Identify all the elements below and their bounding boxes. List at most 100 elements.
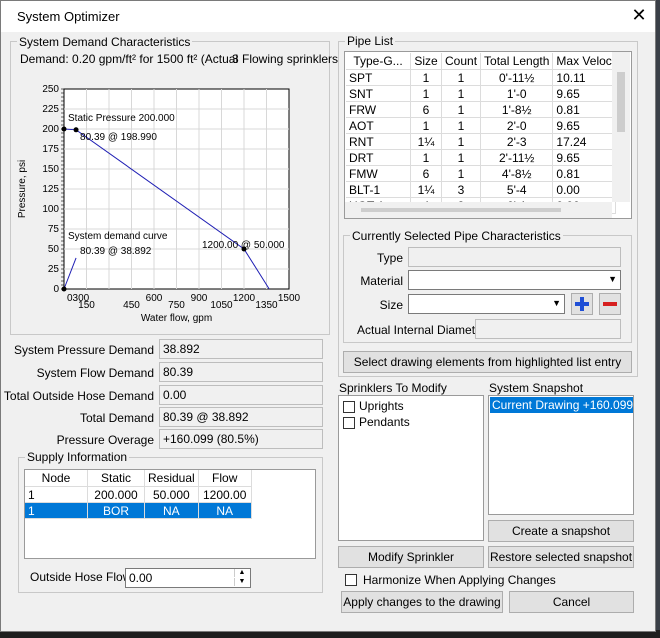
column-header[interactable]: Node bbox=[25, 470, 88, 487]
supply-row[interactable]: 1 200.000 50.000 1200.00 bbox=[25, 486, 252, 503]
pipe-row[interactable]: FRW 6 1 1'-8½ 0.81 bbox=[346, 101, 616, 118]
spin-up-icon[interactable]: ▲ bbox=[234, 569, 249, 577]
select-drawing-elements-button[interactable]: Select drawing elements from highlighted… bbox=[343, 351, 632, 373]
column-header[interactable]: Static bbox=[87, 470, 145, 487]
x-tick-label: 150 bbox=[78, 300, 95, 311]
flow-demand-field: 80.39 bbox=[159, 362, 323, 382]
plus-icon bbox=[575, 297, 589, 311]
pipe-row[interactable]: AOT 1 1 2'-0 9.65 bbox=[346, 117, 616, 134]
x-tick-label: 900 bbox=[191, 293, 208, 304]
type-field bbox=[408, 247, 621, 267]
table-cell: 1 bbox=[410, 69, 442, 86]
y-tick-label: 125 bbox=[42, 184, 59, 195]
demand-group-title: System Demand Characteristics bbox=[17, 35, 193, 49]
supply-group-title: Supply Information bbox=[25, 450, 130, 464]
spin-down-icon[interactable]: ▼ bbox=[234, 578, 249, 586]
y-tick-label: 150 bbox=[42, 164, 59, 175]
table-cell: NA bbox=[198, 502, 252, 519]
pipe-row[interactable]: SNT 1 1 1'-0 9.65 bbox=[346, 85, 616, 102]
pipe-row[interactable]: SPT 1 1 0'-11½ 10.11 bbox=[346, 69, 616, 86]
table-cell: 4'-8½ bbox=[480, 165, 554, 182]
snapshot-item[interactable]: Current Drawing +160.099 (80.5%) bbox=[490, 397, 633, 413]
supply-row[interactable]: 1 BOR NA NA bbox=[25, 502, 252, 519]
diameter-field bbox=[475, 319, 621, 339]
pipe-row[interactable]: DRT 1 1 2'-11½ 9.65 bbox=[346, 149, 616, 166]
result-label: System Pressure Demand bbox=[13, 343, 154, 357]
pipe-list-vscroll[interactable] bbox=[612, 52, 630, 202]
table-cell: 0'-11½ bbox=[480, 69, 554, 86]
annotation-label: 80.39 @ 198.990 bbox=[80, 132, 157, 143]
y-tick-label: 200 bbox=[42, 124, 59, 135]
table-cell: 1 bbox=[441, 165, 482, 182]
table-cell: 2'-0 bbox=[480, 117, 554, 134]
data-point bbox=[73, 127, 79, 133]
table-cell: DRT bbox=[346, 149, 411, 166]
annotation-label: 80.39 @ 38.892 bbox=[80, 246, 152, 257]
pipe-row[interactable]: FMW 6 1 4'-8½ 0.81 bbox=[346, 165, 616, 182]
pipe-row[interactable]: BLT-1 1¼ 3 5'-4 0.00 bbox=[346, 181, 616, 198]
table-cell: 1 bbox=[25, 486, 88, 503]
table-cell: 3 bbox=[441, 181, 482, 198]
data-point bbox=[61, 126, 67, 132]
uprights-checkbox[interactable] bbox=[343, 401, 355, 413]
table-cell: 0.00 bbox=[552, 181, 616, 198]
y-tick-label: 75 bbox=[48, 224, 60, 235]
hose-flow-input[interactable]: 0.00 ▲ ▼ bbox=[125, 568, 251, 588]
y-tick-label: 25 bbox=[48, 264, 60, 275]
pipe-list-hscroll[interactable] bbox=[345, 202, 612, 218]
pressure-demand-field: 38.892 bbox=[159, 339, 323, 359]
x-axis-label: Water flow, gpm bbox=[141, 313, 212, 324]
material-select[interactable]: ▼ bbox=[408, 270, 621, 290]
y-tick-label: 0 bbox=[53, 284, 59, 295]
column-header[interactable]: Total Length bbox=[480, 53, 554, 70]
hose-flow-label: Outside Hose Flow bbox=[30, 570, 132, 584]
hose-flow-value: 0.00 bbox=[129, 571, 153, 585]
sprinklers-title: Sprinklers To Modify bbox=[339, 381, 447, 395]
column-header[interactable]: Flow bbox=[198, 470, 252, 487]
close-icon[interactable]: ✕ bbox=[629, 5, 649, 26]
create-snapshot-button[interactable]: Create a snapshot bbox=[488, 520, 634, 542]
x-tick-label: 750 bbox=[168, 300, 185, 311]
pipe-row[interactable]: RNT 1¼ 1 2'-3 17.24 bbox=[346, 133, 616, 150]
table-cell: 1 bbox=[441, 69, 482, 86]
chevron-down-icon[interactable]: ▼ bbox=[552, 298, 561, 308]
x-tick-label: 450 bbox=[123, 300, 140, 311]
column-header[interactable]: Type-G... bbox=[346, 53, 411, 70]
table-cell: FRW bbox=[346, 101, 411, 118]
hscroll-thumb[interactable] bbox=[361, 208, 561, 212]
size-select[interactable]: ▼ bbox=[408, 294, 565, 314]
table-cell: 1200.00 bbox=[198, 486, 252, 503]
table-cell: 1'-8½ bbox=[480, 101, 554, 118]
table-cell: 50.000 bbox=[144, 486, 199, 503]
restore-snapshot-button[interactable]: Restore selected snapshot bbox=[488, 546, 634, 568]
table-cell: 1 bbox=[25, 502, 88, 519]
y-tick-label: 50 bbox=[48, 244, 60, 255]
table-cell: RNT bbox=[346, 133, 411, 150]
table-cell: 2'-11½ bbox=[480, 149, 554, 166]
harmonize-checkbox[interactable] bbox=[345, 574, 357, 586]
table-cell: AOT bbox=[346, 117, 411, 134]
pendants-checkbox[interactable] bbox=[343, 417, 355, 429]
pipe-list-box: Type-G... Size Count Total Length Max Veloc S… bbox=[344, 51, 632, 219]
vscroll-thumb[interactable] bbox=[617, 72, 625, 132]
table-cell: NA bbox=[144, 502, 199, 519]
table-cell: 1 bbox=[441, 85, 482, 102]
table-cell: 0.81 bbox=[552, 165, 616, 182]
modify-sprinkler-button[interactable]: Modify Sprinkler bbox=[338, 546, 484, 568]
sprinklers-list: Uprights Pendants bbox=[338, 395, 484, 541]
apply-changes-button[interactable]: Apply changes to the drawing bbox=[341, 591, 503, 613]
column-header[interactable]: Count bbox=[441, 53, 482, 70]
cancel-button[interactable]: Cancel bbox=[509, 591, 634, 613]
hose-demand-field: 0.00 bbox=[159, 385, 323, 405]
table-cell: 1¼ bbox=[410, 133, 442, 150]
increase-size-button[interactable] bbox=[571, 293, 593, 315]
column-header[interactable]: Residual bbox=[144, 470, 199, 487]
table-cell: 9.65 bbox=[552, 117, 616, 134]
decrease-size-button[interactable] bbox=[599, 293, 621, 315]
chevron-down-icon[interactable]: ▼ bbox=[608, 274, 617, 284]
table-cell: 200.000 bbox=[87, 486, 145, 503]
table-cell: 17.24 bbox=[552, 133, 616, 150]
x-tick-label: 1350 bbox=[255, 300, 278, 311]
column-header[interactable]: Max Veloc bbox=[552, 53, 616, 70]
column-header[interactable]: Size bbox=[410, 53, 442, 70]
